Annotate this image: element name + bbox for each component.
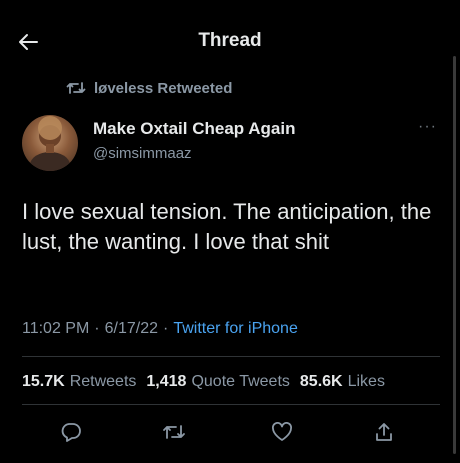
like-icon[interactable] [268, 418, 296, 446]
retweeted-by-label: løveless Retweeted [94, 79, 233, 97]
separator: · [94, 320, 100, 337]
tweet-text: I love sexual tension. The anticipation,… [22, 199, 432, 254]
quotes-label[interactable]: Quote Tweets [191, 373, 289, 391]
avatar[interactable] [22, 115, 78, 171]
header: Thread [0, 0, 460, 82]
divider [22, 356, 440, 357]
tweet-time[interactable]: 11:02 PM [22, 320, 89, 338]
scrollbar[interactable] [453, 56, 456, 454]
author-handle[interactable]: @simsimmaaz [93, 145, 192, 162]
quotes-count[interactable]: 1,418 [146, 373, 186, 391]
more-options-icon[interactable]: ··· [418, 118, 437, 136]
divider [22, 404, 440, 405]
tweet-meta: 11:02 PM · 6/17/22 · Twitter for iPhone [22, 320, 298, 338]
likes-count[interactable]: 85.6K [300, 373, 343, 391]
retweet-icon[interactable] [160, 418, 188, 446]
page-title: Thread [198, 30, 262, 51]
retweets-count[interactable]: 15.7K [22, 373, 65, 391]
author-name[interactable]: Make Oxtail Cheap Again [93, 119, 295, 139]
retweeted-by[interactable]: løveless Retweeted [66, 79, 232, 97]
share-icon[interactable] [370, 418, 398, 446]
tweet-source[interactable]: Twitter for iPhone [173, 320, 298, 338]
likes-label[interactable]: Likes [348, 373, 385, 391]
retweet-icon [66, 79, 88, 97]
action-bar [0, 414, 460, 450]
retweets-label[interactable]: Retweets [70, 373, 137, 391]
tweet-date[interactable]: 6/17/22 [105, 320, 158, 338]
reply-icon[interactable] [57, 418, 85, 446]
separator: · [163, 320, 169, 337]
tweet-stats: 15.7K Retweets 1,418 Quote Tweets 85.6K … [22, 373, 395, 391]
